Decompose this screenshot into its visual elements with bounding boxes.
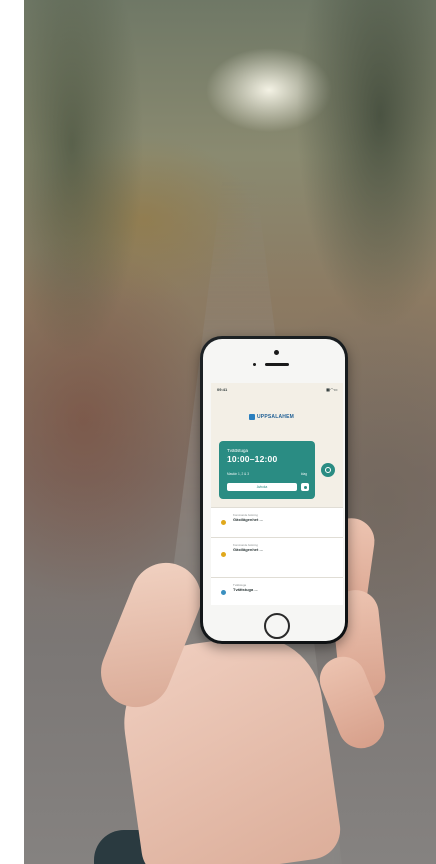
list-item[interactable]: Kommande bokning Gästlägenhet ...: [211, 507, 343, 538]
status-bar: 09:41 ▮▮ ◠ ▭: [217, 387, 337, 393]
list-item[interactable]: Tvättstuga Tvättstuga ...: [211, 577, 343, 605]
status-dot-icon: [221, 590, 226, 595]
booking-extra-button[interactable]: [301, 483, 309, 491]
phone-screen: 09:41 ▮▮ ◠ ▭ UPPSALAHEM Tvättstuga 10:00…: [211, 383, 343, 605]
list-item-title: Gästlägenhet ...: [233, 547, 263, 552]
booking-machines: Maskin 1, 2 & 3: [227, 472, 249, 476]
plus-icon: [303, 485, 307, 489]
list-item[interactable]: Kommande bokning Gästlägenhet ...: [211, 537, 343, 578]
cancel-booking-button[interactable]: Avboka: [227, 483, 297, 491]
list-item-title: Gästlägenhet ...: [233, 517, 263, 522]
lock-icon: [325, 467, 331, 473]
booking-card[interactable]: Tvättstuga 10:00–12:00 Maskin 1, 2 & 3 I…: [219, 441, 315, 499]
blurred-trees-right: [296, 0, 436, 330]
home-button[interactable]: [264, 613, 290, 639]
status-dot-icon: [221, 552, 226, 557]
booking-label: Tvättstuga: [227, 448, 249, 453]
front-camera: [274, 350, 279, 355]
earpiece-speaker: [265, 363, 289, 366]
smartphone: 09:41 ▮▮ ◠ ▭ UPPSALAHEM Tvättstuga 10:00…: [200, 336, 348, 644]
phone-face: 09:41 ▮▮ ◠ ▭ UPPSALAHEM Tvättstuga 10:00…: [203, 339, 345, 641]
lock-button[interactable]: [321, 463, 335, 477]
status-icons: ▮▮ ◠ ▭: [326, 387, 337, 392]
app-logo: UPPSALAHEM: [249, 413, 294, 421]
logo-icon: [249, 414, 255, 420]
proximity-sensor: [253, 363, 256, 366]
background-photo: 09:41 ▮▮ ◠ ▭ UPPSALAHEM Tvättstuga 10:00…: [24, 0, 436, 864]
logo-text: UPPSALAHEM: [257, 414, 295, 420]
blurred-trees-left: [24, 0, 144, 360]
booking-day: Idag: [300, 472, 307, 476]
list-item-title: Tvättstuga ...: [233, 587, 258, 592]
status-time: 09:41: [217, 387, 228, 392]
booking-time: 10:00–12:00: [227, 454, 278, 464]
status-dot-icon: [221, 520, 226, 525]
